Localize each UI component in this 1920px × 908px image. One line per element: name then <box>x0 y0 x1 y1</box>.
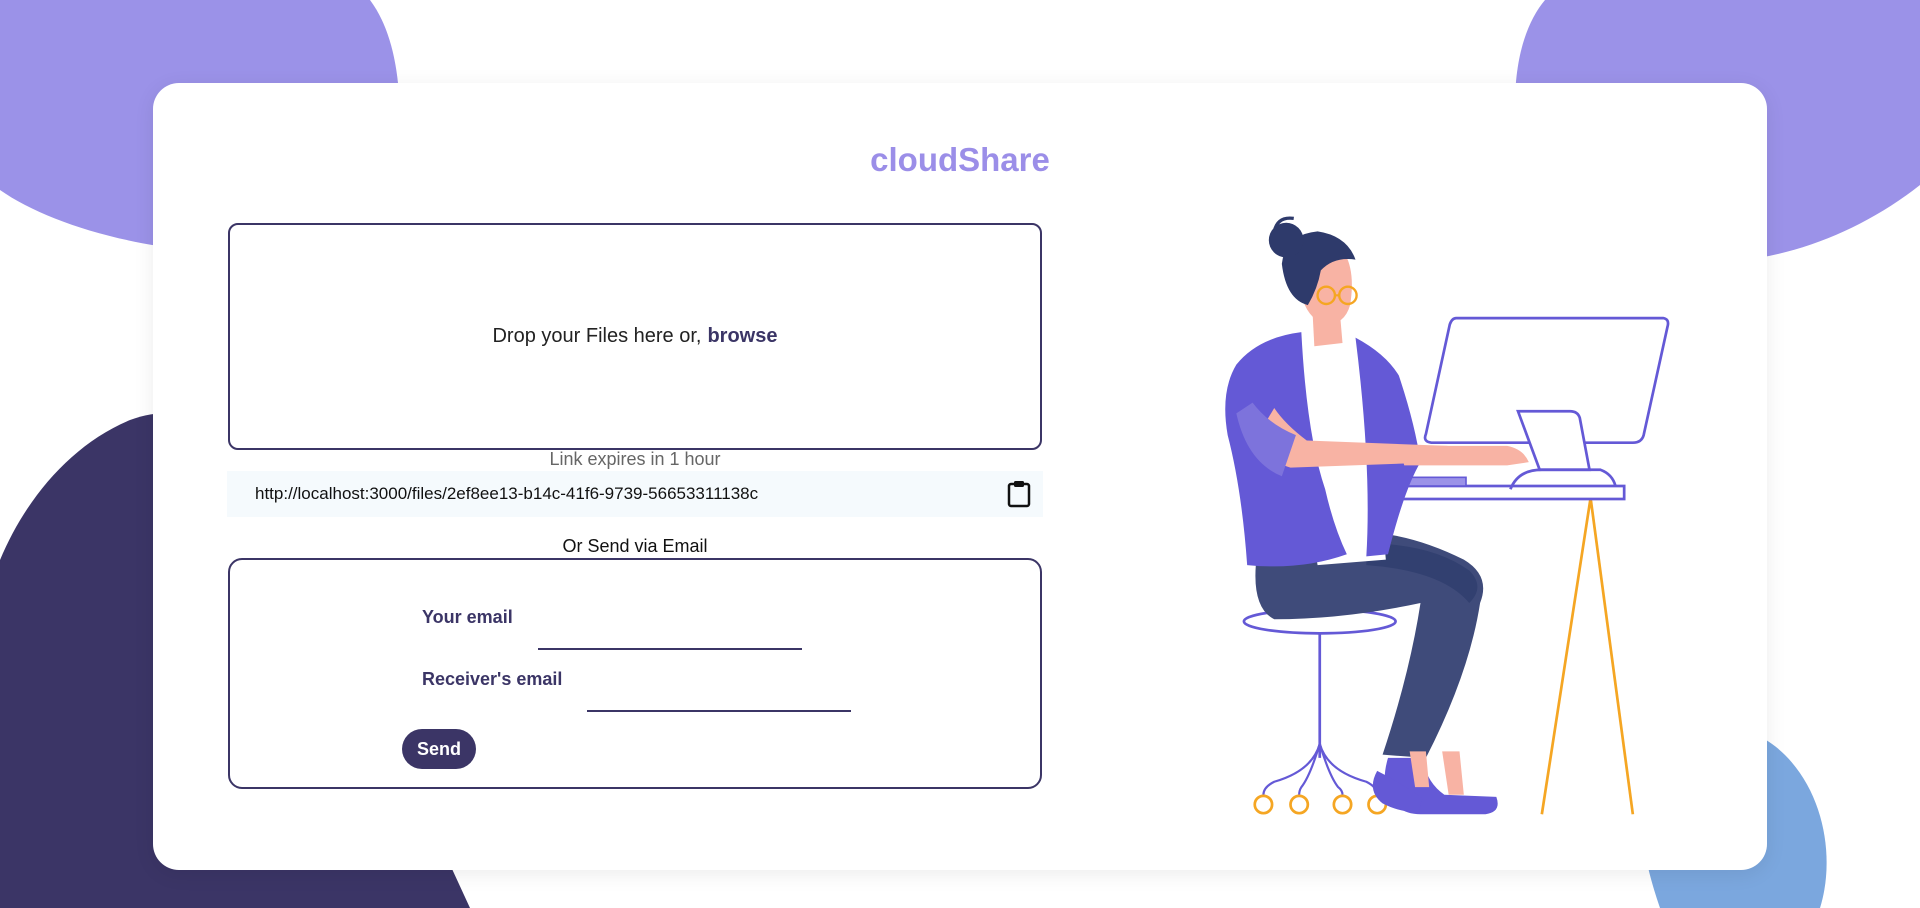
receiver-email-label: Receiver's email <box>422 669 563 689</box>
share-link-bar: http://localhost:3000/files/2ef8ee13-b14… <box>227 471 1043 517</box>
link-expiry-text: Link expires in 1 hour <box>549 449 721 469</box>
receiver-email-input[interactable] <box>587 682 852 712</box>
sender-email-input[interactable] <box>537 620 802 650</box>
main-card: cloudShare Drop your Files here or, brow… <box>153 83 1767 870</box>
send-button[interactable]: Send <box>402 729 476 769</box>
email-section-heading: Or Send via Email <box>562 536 708 556</box>
drop-text: Drop your Files here or, <box>492 325 702 347</box>
email-form: Your email Receiver's email Send <box>228 558 1042 789</box>
person-at-computer-illustration <box>1225 216 1670 815</box>
sender-email-label: Your email <box>422 607 513 627</box>
sender-email-field: Your email <box>422 607 802 650</box>
browse-link[interactable]: browse <box>707 325 777 348</box>
receiver-email-field: Receiver's email <box>422 669 852 712</box>
clipboard-icon[interactable] <box>1007 480 1031 508</box>
share-link-url[interactable]: http://localhost:3000/files/2ef8ee13-b14… <box>255 484 1007 504</box>
file-drop-zone[interactable]: Drop your Files here or, browse <box>228 223 1042 450</box>
app-title: cloudShare <box>870 141 1050 178</box>
page: cloudShare Drop your Files here or, brow… <box>0 0 1920 908</box>
